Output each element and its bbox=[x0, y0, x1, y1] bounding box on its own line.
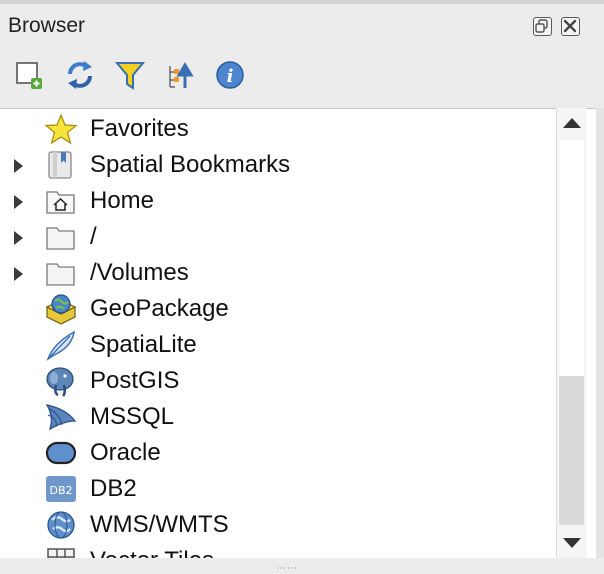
expand-arrow-icon[interactable] bbox=[14, 159, 23, 173]
tree-item-label: GeoPackage bbox=[90, 295, 229, 322]
filter-button[interactable] bbox=[114, 58, 146, 92]
tree-item-label: MSSQL bbox=[90, 403, 175, 430]
folder-icon bbox=[44, 221, 78, 253]
collapse-all-button[interactable] bbox=[164, 58, 196, 92]
elephant-icon bbox=[44, 365, 78, 397]
tree-item-label: DB2 bbox=[90, 475, 137, 502]
refresh-icon bbox=[68, 61, 92, 89]
globe-icon bbox=[44, 509, 78, 541]
info-button[interactable]: i bbox=[214, 58, 246, 92]
expand-arrow-icon[interactable] bbox=[14, 231, 23, 245]
panel-title: Browser bbox=[8, 14, 86, 37]
tree-item-vector-tiles[interactable]: Vector Tiles bbox=[0, 543, 556, 559]
tree-item-label: / bbox=[90, 223, 97, 250]
top-border bbox=[0, 0, 604, 4]
close-button[interactable] bbox=[561, 17, 580, 36]
home-folder-icon bbox=[44, 185, 78, 217]
tree-item-root[interactable]: / bbox=[0, 219, 556, 255]
oracle-icon bbox=[44, 437, 78, 469]
sail-icon bbox=[44, 401, 78, 433]
db2-icon: DB2 bbox=[44, 473, 78, 505]
feather-icon bbox=[44, 329, 78, 361]
vertical-scrollbar[interactable] bbox=[556, 108, 586, 558]
tree-item-label: Home bbox=[90, 187, 155, 214]
tree-item-favorites[interactable]: Favorites bbox=[0, 111, 556, 147]
filter-icon bbox=[114, 62, 146, 90]
splitter-grip-icon: ⋯⋯ bbox=[276, 563, 298, 574]
tree-item-label: Oracle bbox=[90, 439, 161, 466]
browser-tree[interactable]: Favorites Spatial Bookmarks Home / /Volu… bbox=[0, 108, 604, 559]
star-icon bbox=[44, 113, 78, 145]
tree-item-db2[interactable]: DB2 DB2 bbox=[0, 471, 556, 507]
tree-item-postgis[interactable]: PostGIS bbox=[0, 363, 556, 399]
panel-edge bbox=[596, 108, 604, 558]
tree-item-label: PostGIS bbox=[90, 367, 180, 394]
tree-item-label: WMS/WMTS bbox=[90, 511, 229, 538]
bookmark-icon bbox=[44, 149, 78, 181]
tree-item-label: /Volumes bbox=[90, 259, 189, 286]
grid-icon bbox=[44, 545, 78, 559]
float-icon bbox=[535, 19, 548, 33]
scroll-down-arrow-icon[interactable] bbox=[563, 538, 581, 548]
tree-item-spatialite[interactable]: SpatiaLite bbox=[0, 327, 556, 363]
float-button[interactable] bbox=[533, 17, 552, 36]
tree-item-spatial-bookmarks[interactable]: Spatial Bookmarks bbox=[0, 147, 556, 183]
refresh-button[interactable] bbox=[64, 58, 96, 92]
resize-splitter[interactable]: ⋯⋯ bbox=[0, 558, 604, 574]
add-layer-button[interactable] bbox=[14, 58, 46, 92]
scroll-track[interactable] bbox=[559, 140, 584, 525]
tree-item-volumes[interactable]: /Volumes bbox=[0, 255, 556, 291]
close-icon bbox=[563, 19, 577, 33]
expand-arrow-icon[interactable] bbox=[14, 195, 23, 209]
add-layer-icon bbox=[16, 62, 42, 89]
scroll-track-fill[interactable] bbox=[559, 376, 584, 525]
tree-item-label: Favorites bbox=[90, 115, 189, 142]
expand-arrow-icon[interactable] bbox=[14, 267, 23, 281]
db2-badge-text: DB2 bbox=[49, 484, 72, 497]
tree-item-oracle[interactable]: Oracle bbox=[0, 435, 556, 471]
info-icon: i bbox=[216, 61, 244, 89]
tree-item-wms-wmts[interactable]: WMS/WMTS bbox=[0, 507, 556, 543]
scroll-up-arrow-icon[interactable] bbox=[563, 118, 581, 128]
folder-icon bbox=[44, 257, 78, 289]
tree-item-home[interactable]: Home bbox=[0, 183, 556, 219]
collapse-all-icon bbox=[169, 62, 194, 88]
geopackage-icon bbox=[44, 293, 78, 325]
scroll-thumb[interactable] bbox=[559, 140, 584, 376]
tree-item-label: Spatial Bookmarks bbox=[90, 151, 291, 178]
tree-item-mssql[interactable]: MSSQL bbox=[0, 399, 556, 435]
tree-item-label: SpatiaLite bbox=[90, 331, 197, 358]
svg-text:i: i bbox=[227, 66, 234, 87]
tree-item-geopackage[interactable]: GeoPackage bbox=[0, 291, 556, 327]
